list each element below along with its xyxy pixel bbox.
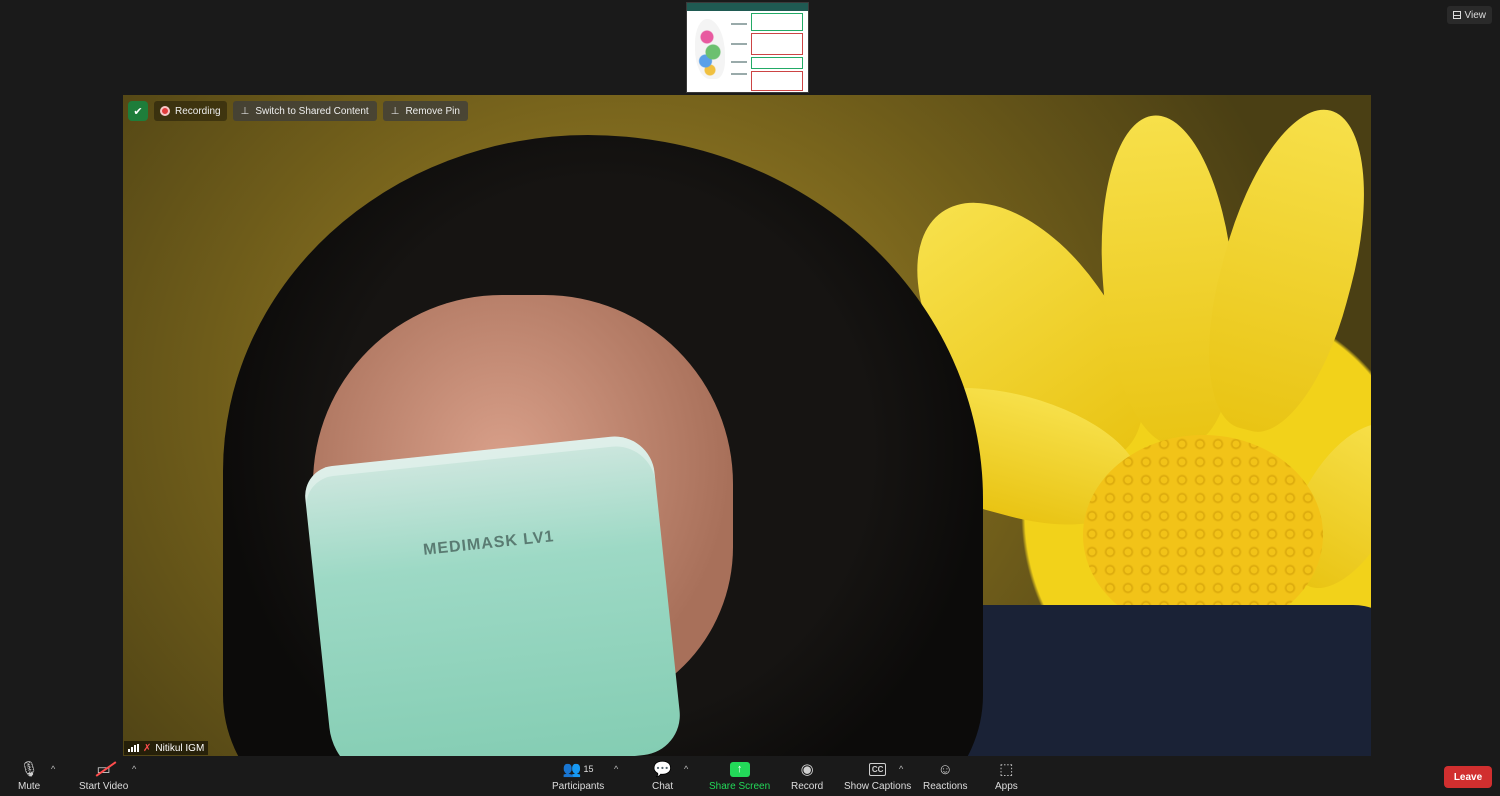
pin-icon: ⊥ [240,105,250,117]
share-screen-label: Share Screen [709,781,771,792]
record-button[interactable]: ◉ Record [791,760,823,792]
participants-button[interactable]: 👥 15 Participants [552,760,604,792]
apps-button[interactable]: ⬚ Apps [995,760,1018,792]
thumbnail-info-box [751,71,803,91]
participants-icon: 👥 15 [562,761,594,778]
remove-pin-label: Remove Pin [405,105,460,117]
captions-options-caret[interactable]: ^ [899,764,903,774]
thumbnail-text-line [731,73,747,75]
thumbnail-info-box [751,33,803,55]
recording-label: Recording [175,105,221,117]
record-label: Record [791,781,824,792]
microphone-icon: 🎙 [19,761,39,778]
mute-button[interactable]: 🎙 Mute [18,760,40,792]
video-overlay-controls: ✔ Recording ⊥ Switch to Shared Content ⊥… [128,101,468,121]
audio-options-caret[interactable]: ^ [51,764,55,774]
thumbnail-info-box [751,13,803,31]
apps-label: Apps [995,781,1018,792]
reactions-label: Reactions [923,781,968,792]
pin-icon: ⊥ [390,105,400,117]
mic-muted-icon: ✗ [143,742,152,754]
participants-count: 15 [583,764,594,774]
participant-name-tag: ✗ Nitikul IGM [124,741,209,755]
thumbnail-text-line [731,43,747,45]
reactions-icon: ☺ [937,760,953,778]
thumbnail-header-bar [687,3,808,11]
chat-button[interactable]: 💬 Chat [652,760,673,792]
participants-label: Participants [552,781,605,792]
share-screen-button[interactable]: ↑ Share Screen [709,760,770,792]
mute-label: Mute [18,781,41,792]
switch-to-shared-content-button[interactable]: ⊥ Switch to Shared Content [232,101,377,121]
speaker-video: MEDIMASK LV1 [123,95,1371,756]
share-screen-icon: ↑ [729,760,750,778]
start-video-label: Start Video [79,781,129,792]
captions-icon: CC [868,760,887,778]
leave-button[interactable]: Leave [1444,766,1492,788]
record-icon: ◉ [800,761,814,778]
apps-icon: ⬚ [999,761,1014,778]
video-off-icon: ▭ [96,761,111,778]
meeting-toolbar: 🎙 Mute ^ ▭ Start Video ^ 👥 15 Participant… [0,756,1500,796]
participants-options-caret[interactable]: ^ [614,764,618,774]
thumbnail-info-box [751,57,803,69]
video-options-caret[interactable]: ^ [132,764,136,774]
view-button-label: View [1464,9,1487,21]
view-grid-icon [1452,11,1461,19]
shared-content-thumbnail[interactable] [686,2,809,93]
reactions-button[interactable]: ☺ Reactions [923,760,968,793]
remove-pin-button[interactable]: ⊥ Remove Pin [382,101,468,121]
chat-options-caret[interactable]: ^ [684,764,688,774]
face-mask [302,432,684,756]
chat-icon: 💬 [653,761,672,778]
start-video-button[interactable]: ▭ Start Video [79,760,128,792]
participant-name: Nitikul IGM [155,742,205,754]
recording-indicator[interactable]: Recording [154,101,227,121]
view-button[interactable]: View [1446,6,1492,24]
show-captions-label: Show Captions [844,781,912,792]
thumbnail-text-line [731,23,747,25]
thumbnail-map-graphic [695,19,725,79]
switch-shared-label: Switch to Shared Content [255,105,369,117]
record-dot-icon [160,106,170,116]
shield-check-icon[interactable]: ✔ [128,101,148,121]
signal-strength-icon [128,744,139,752]
thumbnail-text-line [731,61,747,63]
chat-label: Chat [652,781,674,792]
